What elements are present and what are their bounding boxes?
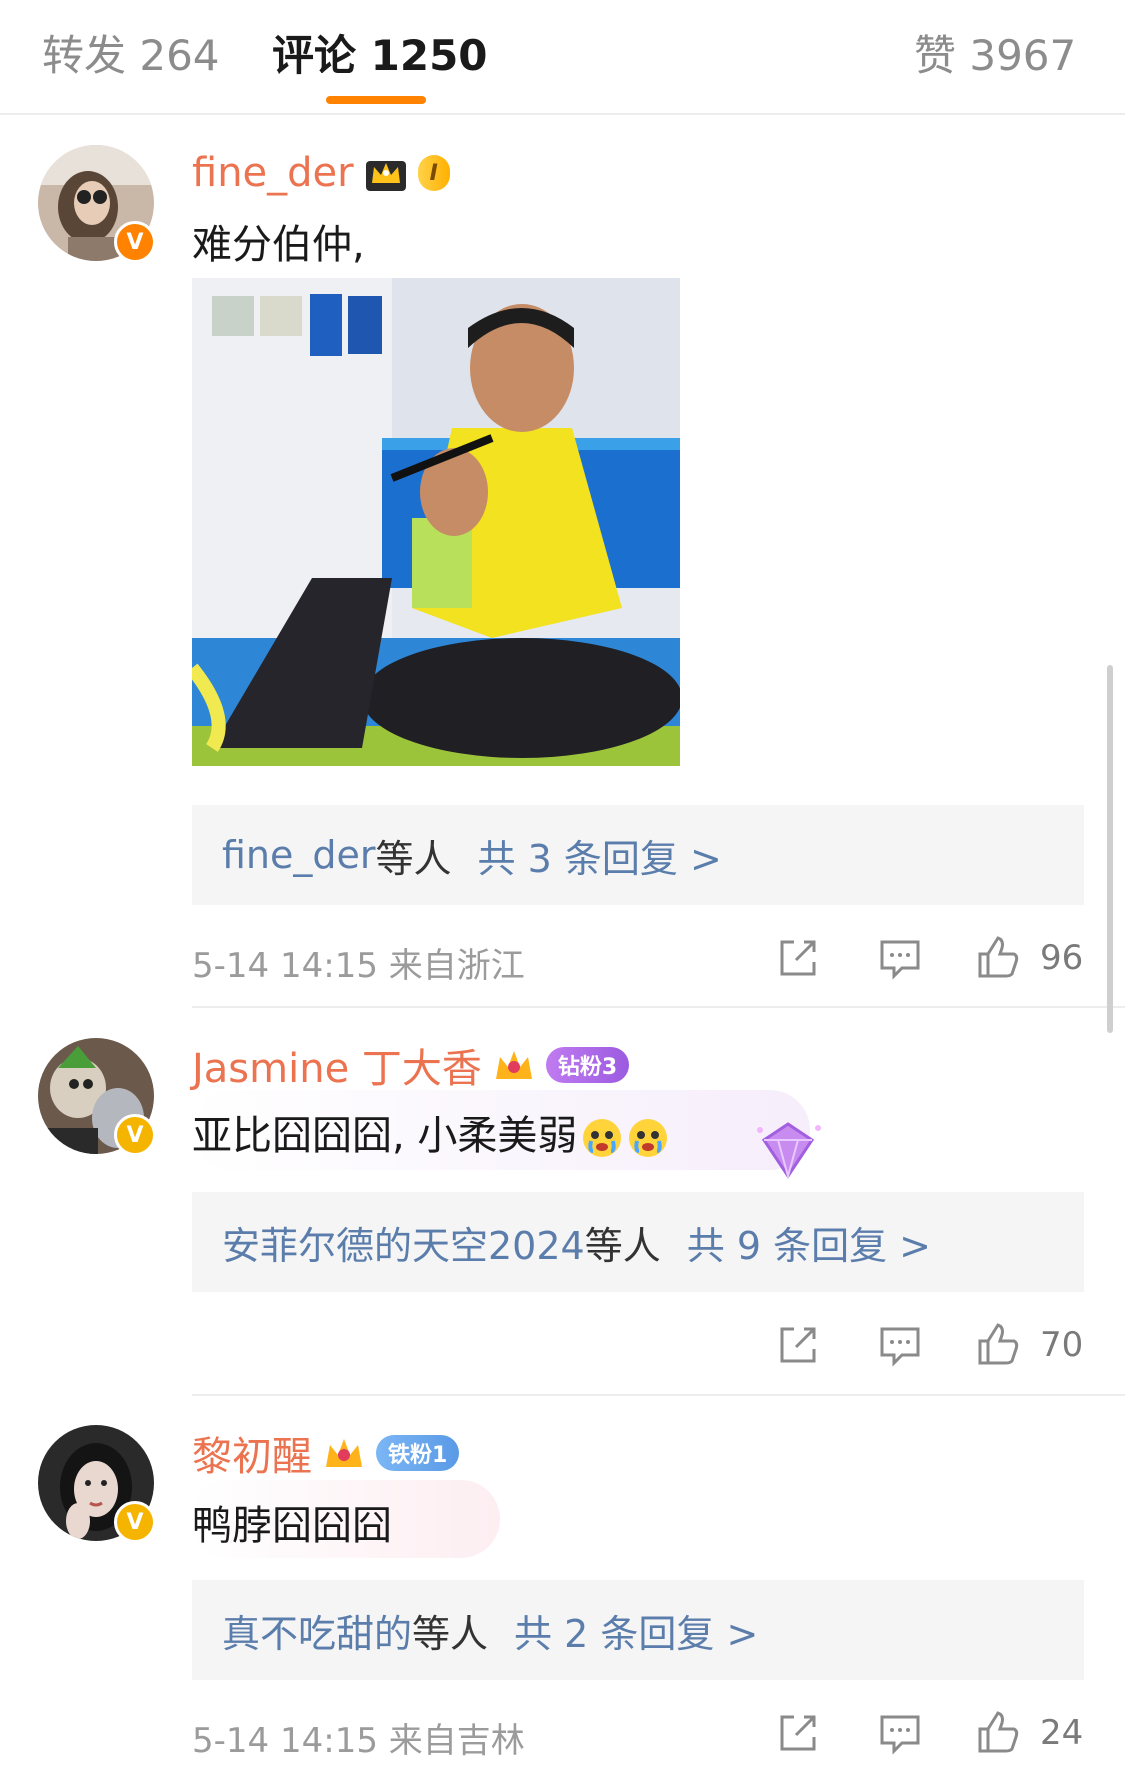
reply-names-suffix: 等人: [375, 836, 452, 881]
timestamp: 5-14 14:15 来自吉林: [192, 1721, 525, 1761]
comment-actions: 5-14 14:15 来自吉林 24: [192, 1703, 1084, 1763]
reply-count[interactable]: 共 2 条回复 >: [514, 1603, 758, 1658]
tab-reposts[interactable]: 转发 264: [42, 22, 220, 83]
share-icon[interactable]: [774, 1709, 822, 1757]
scrollbar[interactable]: [1107, 665, 1113, 1033]
level-badge: 铁粉1: [376, 1435, 460, 1471]
replies-summary[interactable]: fine_der 等人 共 3 条回复 >: [192, 805, 1084, 905]
tab-likes[interactable]: 赞 3967: [914, 22, 1076, 83]
divider: [192, 1006, 1125, 1008]
comment-header: fine_der I: [192, 145, 450, 201]
avatar[interactable]: V: [38, 145, 156, 263]
level-badge: I: [417, 155, 450, 191]
crying-emoji-icon: [583, 1119, 622, 1157]
comment-header: Jasmine 丁大香 钻粉3: [192, 1036, 630, 1094]
verified-v-icon: V: [114, 1501, 156, 1543]
avatar[interactable]: V: [38, 1425, 156, 1543]
comment-icon[interactable]: [876, 1709, 924, 1757]
avatar[interactable]: V: [38, 1038, 156, 1156]
reply-count[interactable]: 共 3 条回复 >: [478, 828, 722, 883]
reply-names[interactable]: fine_der: [222, 833, 376, 877]
like-count: 70: [1040, 1325, 1084, 1365]
username[interactable]: fine_der: [192, 150, 354, 196]
comment-text: 鸭脖囧囧囧: [192, 1503, 392, 1549]
reply-names-suffix: 等人: [584, 1223, 661, 1268]
crown-icon: [495, 1051, 532, 1079]
username[interactable]: 黎初醒: [192, 1424, 312, 1482]
comment-icon[interactable]: [876, 1321, 924, 1369]
timestamp: 5-14 14:15 来自浙江: [192, 946, 525, 986]
tab-comments[interactable]: 评论 1250: [272, 22, 488, 83]
comment-icon[interactable]: [876, 934, 924, 982]
reply-names-suffix: 等人: [412, 1611, 489, 1656]
comment-header: 黎初醒 铁粉1: [192, 1424, 460, 1482]
level-badge: 钻粉3: [545, 1047, 630, 1083]
like-count: 96: [1040, 938, 1084, 978]
crown-icon: [326, 1439, 362, 1467]
diamond-icon: [757, 1122, 821, 1180]
thumbs-up-icon[interactable]: [974, 1709, 1022, 1757]
comment-tabs: 转发 264 评论 1250 赞 3967: [0, 0, 1125, 115]
crying-emoji-icon: [629, 1119, 668, 1157]
crown-icon: [365, 161, 406, 191]
replies-summary[interactable]: 真不吃甜的 等人 共 2 条回复 >: [192, 1580, 1084, 1680]
reply-count[interactable]: 共 9 条回复 >: [687, 1215, 931, 1270]
like-count: 24: [1040, 1713, 1084, 1753]
thumbs-up-icon[interactable]: [974, 934, 1022, 982]
replies-summary[interactable]: 安菲尔德的天空2024 等人 共 9 条回复 >: [192, 1192, 1084, 1292]
username[interactable]: Jasmine 丁大香: [192, 1036, 482, 1094]
comment-actions: 5-14 14:15 来自浙江 96: [192, 928, 1084, 988]
verified-v-icon: V: [114, 221, 156, 263]
comment-text: 难分伯仲,: [192, 222, 365, 268]
share-icon[interactable]: [774, 1321, 822, 1369]
verified-v-icon: V: [114, 1114, 156, 1156]
active-tab-indicator: [326, 96, 426, 104]
comment-actions: 70: [192, 1315, 1084, 1375]
divider: [192, 1394, 1125, 1396]
share-icon[interactable]: [774, 934, 822, 982]
thumbs-up-icon[interactable]: [974, 1321, 1022, 1369]
comment-photo[interactable]: [192, 278, 680, 766]
reply-names[interactable]: 真不吃甜的: [222, 1603, 412, 1658]
reply-names[interactable]: 安菲尔德的天空2024: [222, 1215, 585, 1270]
comment-text: 亚比囧囧囧, 小柔美弱: [192, 1103, 669, 1161]
